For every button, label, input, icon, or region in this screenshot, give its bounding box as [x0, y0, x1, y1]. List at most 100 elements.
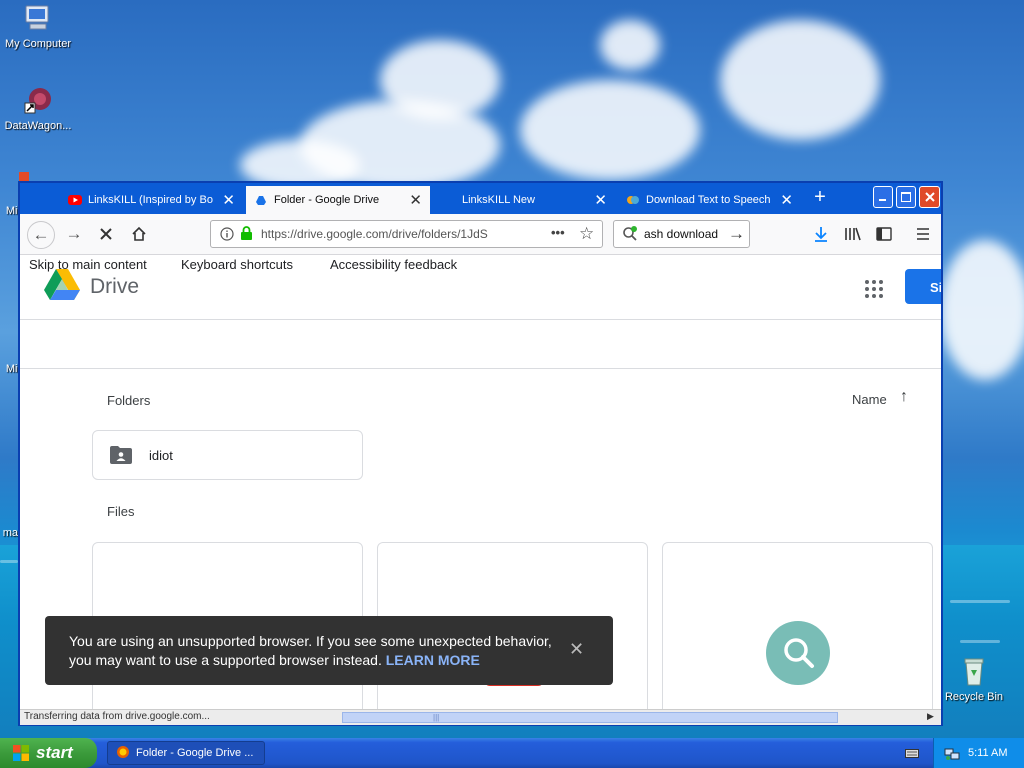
folder-item[interactable]: idiot	[92, 430, 363, 480]
back-button[interactable]: ←	[27, 221, 55, 249]
desktop-icon-label: Recycle Bin	[944, 691, 1004, 703]
info-icon[interactable]	[220, 227, 234, 244]
search-icon	[622, 226, 638, 245]
shared-folder-icon	[110, 446, 132, 467]
home-button[interactable]	[126, 221, 152, 247]
library-button[interactable]	[840, 221, 866, 247]
youtube-icon	[68, 193, 82, 207]
minimize-icon	[879, 199, 886, 201]
go-arrow-icon[interactable]: →	[728, 224, 745, 244]
lock-icon	[240, 226, 253, 244]
taskbar: start Folder - Google Drive ... 5:11 AM	[0, 738, 1024, 768]
cloud-decoration	[600, 20, 660, 70]
downloads-button[interactable]	[808, 221, 834, 247]
tab-label: Download Text to Speech	[646, 194, 771, 206]
horizontal-scrollbar[interactable]: |||	[342, 712, 838, 723]
bookmark-star-icon[interactable]: ☆	[579, 224, 594, 244]
tab-label: LinksKILL New	[462, 194, 535, 206]
page-actions-icon[interactable]: •••	[551, 225, 565, 240]
tab-text-to-speech[interactable]: Download Text to Speech ✕	[618, 186, 801, 214]
wave-decoration	[950, 600, 1010, 603]
firefox-window: LinksKILL (Inspired by Bor ✕ Folder - Go…	[18, 181, 943, 726]
search-input[interactable]: ash download	[644, 227, 718, 241]
status-bar: Transferring data from drive.google.com.…	[20, 709, 941, 725]
forward-button[interactable]: →	[61, 221, 87, 247]
tab-label: Folder - Google Drive	[274, 194, 380, 206]
wave-decoration	[0, 560, 18, 563]
desktop-icon-label: DataWagon...	[4, 120, 72, 132]
firefox-icon	[116, 745, 130, 762]
folder-name: idiot	[149, 448, 173, 463]
my-computer-icon	[22, 3, 54, 35]
minimize-button[interactable]	[873, 186, 893, 208]
drive-logo-icon[interactable]	[43, 268, 81, 305]
tab-google-drive[interactable]: Folder - Google Drive ✕	[246, 186, 430, 214]
google-apps-icon[interactable]	[865, 280, 883, 298]
folders-heading: Folders	[107, 393, 151, 408]
navigation-toolbar: ← → https://drive.google.com/drive/folde…	[20, 214, 941, 255]
drive-icon	[254, 193, 268, 207]
divider	[20, 368, 941, 369]
home-icon	[132, 226, 146, 241]
hamburger-menu-icon	[917, 228, 929, 240]
desktop-icon-datawagon[interactable]: DataWagon...	[0, 85, 76, 132]
tab-strip: LinksKILL (Inspired by Bor ✕ Folder - Go…	[20, 183, 941, 214]
stop-button[interactable]	[93, 221, 119, 247]
taskbar-item-firefox[interactable]: Folder - Google Drive ...	[107, 741, 265, 765]
cloud-decoration	[720, 20, 880, 140]
download-icon	[815, 227, 827, 242]
sidebar-button[interactable]	[871, 221, 897, 247]
desktop-icon-label: My Computer	[4, 38, 72, 50]
wave-decoration	[960, 640, 1000, 643]
unsupported-browser-toast: You are using an unsupported browser. If…	[45, 616, 613, 685]
dismiss-toast-close-icon[interactable]: ✕	[569, 639, 584, 660]
keyboard-icon[interactable]	[905, 747, 919, 762]
loading-indicator	[766, 621, 830, 685]
files-heading: Files	[107, 504, 135, 519]
scrollbar-grip-icon: |||	[433, 713, 440, 722]
taskbar-item-label: Folder - Google Drive ...	[136, 747, 254, 759]
close-icon[interactable]: ✕	[409, 191, 422, 209]
scroll-right-arrow-icon[interactable]: ▶	[927, 711, 934, 722]
learn-more-link[interactable]: LEARN MORE	[386, 652, 480, 668]
start-label: start	[36, 743, 73, 762]
network-icon[interactable]	[944, 745, 960, 764]
tab-linkskill-new[interactable]: LinksKILL New ✕	[432, 186, 615, 214]
toast-message: You are using an unsupported browser. If…	[69, 632, 559, 670]
close-icon	[924, 192, 935, 202]
windows-flag-icon	[12, 744, 30, 762]
back-arrow-icon: ←	[32, 225, 50, 244]
maximize-icon	[901, 192, 911, 202]
window-close-button[interactable]	[919, 186, 940, 208]
search-icon	[784, 638, 814, 668]
menu-button[interactable]	[910, 221, 936, 247]
accessibility-feedback-link[interactable]: Accessibility feedback	[330, 257, 457, 272]
sort-ascending-arrow-icon[interactable]: ↑	[900, 388, 908, 406]
close-icon[interactable]: ✕	[594, 191, 607, 209]
maximize-button[interactable]	[896, 186, 916, 208]
tab-linkskill[interactable]: LinksKILL (Inspired by Bor ✕	[60, 186, 243, 214]
address-bar[interactable]: https://drive.google.com/drive/folders/1…	[210, 220, 603, 248]
datawagon-icon	[22, 85, 54, 117]
start-button[interactable]: start	[0, 738, 97, 768]
sort-by-name-button[interactable]: Name	[852, 392, 887, 407]
forward-arrow-icon: →	[65, 224, 83, 243]
tab-label: LinksKILL (Inspired by Bor	[88, 194, 213, 206]
sign-in-button[interactable]: Si	[905, 269, 941, 304]
desktop-icon-my-computer[interactable]: My Computer	[0, 3, 76, 50]
library-icon	[845, 227, 861, 241]
close-icon[interactable]: ✕	[780, 191, 793, 209]
recycle-bin-icon	[958, 656, 990, 688]
keyboard-shortcuts-link[interactable]: Keyboard shortcuts	[181, 257, 293, 272]
system-tray: 5:11 AM	[933, 738, 1024, 768]
drive-page: Skip to main content Keyboard shortcuts …	[20, 255, 941, 709]
status-text: Transferring data from drive.google.com.…	[24, 711, 210, 722]
new-tab-button[interactable]: +	[806, 186, 834, 209]
desktop-icon-recycle-bin[interactable]: Recycle Bin	[936, 656, 1012, 703]
cloud-decoration	[940, 240, 1024, 380]
close-icon[interactable]: ✕	[222, 191, 235, 209]
stop-icon	[100, 228, 112, 240]
search-bar[interactable]: ash download →	[613, 220, 750, 248]
divider	[20, 319, 941, 320]
cloud-decoration	[520, 80, 700, 180]
